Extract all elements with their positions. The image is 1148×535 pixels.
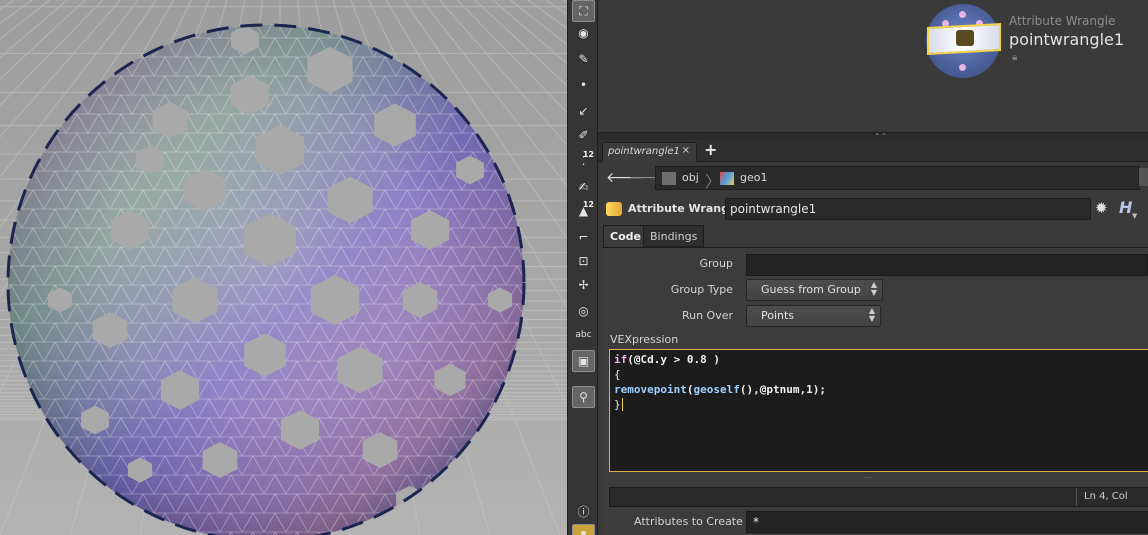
group-type-label: Group Type	[670, 283, 733, 296]
group-type-value: Guess from Group	[761, 283, 861, 296]
editor-status-bar: Ln 4, Col	[609, 487, 1148, 507]
prim-numbers-icon[interactable]: ▲ 12	[572, 200, 595, 222]
edge-icon[interactable]: ↙	[572, 100, 595, 122]
viewport-toolbar: ⛶ ◉ ✎ • ↙ ✐ ⁚ 12 ✍ ▲ 12 ⌐ ⊡ ✢ ◎ abc ▣ ⚲ ⓘ …	[567, 0, 598, 535]
node-output-dot[interactable]	[959, 64, 966, 71]
crumb-separator: 〉	[705, 172, 722, 191]
frame-icon[interactable]: ⌐	[572, 226, 595, 248]
gear-icon[interactable]: ✹	[1095, 199, 1108, 217]
add-tab-button[interactable]: +	[704, 140, 717, 159]
group-type-dropdown[interactable]: Guess from Group ▲ ▼	[746, 279, 883, 301]
code-line: {	[614, 368, 621, 381]
tab-bindings[interactable]: Bindings	[643, 225, 705, 247]
tab-label: pointwrangle1	[608, 146, 680, 157]
cursor-position: Ln 4, Col	[1084, 491, 1128, 502]
labels-icon[interactable]: abc	[572, 324, 595, 346]
help-icon[interactable]: H	[1119, 198, 1132, 217]
point-icon[interactable]: •	[572, 74, 595, 96]
chevron-updown-icon: ▲ ▼	[868, 306, 875, 323]
run-over-value: Points	[761, 309, 795, 322]
attributes-to-create-label: Attributes to Create	[634, 515, 743, 528]
node-input-dot[interactable]	[959, 11, 966, 18]
lock-icon: 🔒︎	[1012, 52, 1018, 63]
tab-pointwrangle1[interactable]: pointwrangle1 ×	[602, 142, 697, 162]
paint-icon[interactable]: ✐	[572, 124, 595, 146]
network-editor[interactable]: Attribute Wrangle pointwrangle1 🔒︎	[598, 0, 1148, 132]
attributes-to-create-field[interactable]: *	[746, 511, 1148, 533]
sphere-geometry	[6, 23, 526, 535]
code-tab-body: Group Group Type Guess from Group ▲ ▼ Run…	[603, 247, 1148, 535]
obj-icon	[662, 172, 676, 185]
geo-icon	[720, 172, 734, 185]
display-icon[interactable]: ▣	[572, 350, 595, 372]
group-label: Group	[699, 257, 734, 270]
resize-grip-icon[interactable]: ⋯	[864, 473, 872, 482]
pane-divider[interactable]: ⌃⌃	[598, 132, 1148, 141]
close-icon[interactable]: ×	[682, 145, 690, 156]
node-type-label: Attribute Wrangle	[628, 202, 741, 215]
path-bar-end-icon	[1139, 168, 1148, 186]
parameter-header: Attribute Wrangle pointwrangle1 ✹ H ▼	[598, 194, 1148, 224]
node-type-label: Attribute Wrangle	[1009, 14, 1116, 28]
node-name-label[interactable]: pointwrangle1	[1009, 30, 1124, 49]
ghost-icon[interactable]: ◎	[572, 300, 595, 322]
run-over-label: Run Over	[681, 309, 733, 322]
chevron-updown-icon: ▲ ▼	[870, 280, 877, 297]
view-tool-icon[interactable]: ◉	[572, 22, 595, 44]
group-field[interactable]	[746, 254, 1148, 276]
path-bar: 🡐 🡒 obj 〉 geo1	[598, 162, 1148, 194]
handle-tool-icon[interactable]: ✎	[572, 48, 595, 70]
point-numbers-icon[interactable]: ⁚ 12	[572, 150, 595, 172]
pin-icon[interactable]: ⚲	[572, 386, 595, 408]
info-icon[interactable]: ⓘ	[572, 500, 595, 522]
snap-icon[interactable]: ⊡	[572, 250, 595, 272]
crumb-obj[interactable]: obj	[682, 171, 699, 184]
normals-icon[interactable]: ✢	[572, 274, 595, 296]
select-tool-icon[interactable]: ⛶	[572, 0, 595, 22]
pane-tab-bar: pointwrangle1 × +	[598, 140, 1148, 162]
brush-icon[interactable]: ✍	[572, 176, 595, 198]
code-line: }	[614, 398, 623, 411]
vexpression-label: VEXpression	[610, 333, 679, 346]
code-line: removepoint(geoself(),@ptnum,1);	[614, 383, 826, 396]
breadcrumb: obj 〉 geo1	[655, 166, 1140, 191]
tab-code[interactable]: Code	[603, 225, 648, 247]
gear-icon	[956, 30, 974, 46]
pause-icon[interactable]: ▮	[572, 524, 595, 535]
vex-code-editor[interactable]: if(@Cd.y > 0.8 ) { removepoint(geoself()…	[609, 349, 1148, 472]
node-name-field[interactable]: pointwrangle1	[725, 198, 1091, 220]
scene-viewport[interactable]	[0, 0, 567, 535]
run-over-dropdown[interactable]: Points ▲ ▼	[746, 305, 881, 327]
code-line: if(@Cd.y > 0.8 )	[614, 353, 720, 366]
parameter-editor: Code Bindings Group Group Type Guess fro…	[598, 224, 1148, 535]
crumb-geo1[interactable]: geo1	[740, 171, 767, 184]
status-separator	[1076, 488, 1077, 506]
wrangle-node-icon	[606, 202, 622, 216]
chevron-down-icon[interactable]: ▼	[1132, 212, 1137, 220]
